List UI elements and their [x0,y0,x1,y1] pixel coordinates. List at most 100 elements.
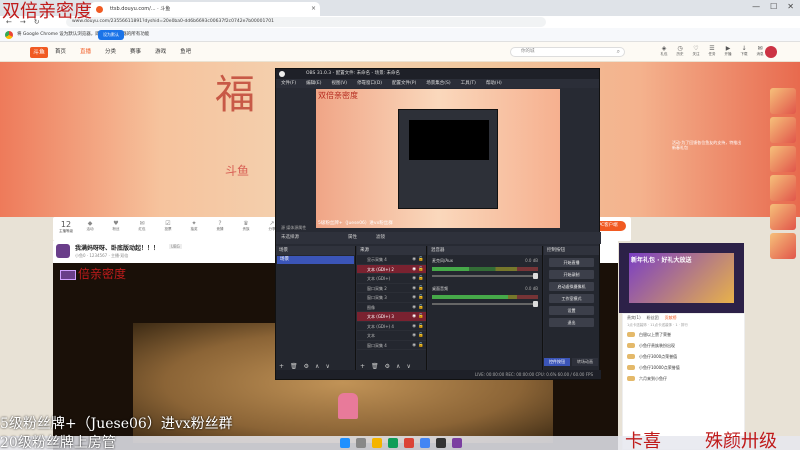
user-avatar[interactable] [765,46,777,58]
eye-icon[interactable]: ◉ [412,274,416,284]
file-explorer-icon[interactable] [372,438,382,448]
down-icon[interactable]: ∨ [325,363,329,370]
delete-icon[interactable]: 🗑 [290,363,298,370]
windows-start-icon[interactable] [340,438,350,448]
source-item[interactable]: 文本 (GDI+) 3 ◉ 🔓 [357,312,426,322]
source-item[interactable]: 文本 (GDI+) ◉ 🔓 [357,274,426,284]
list-item[interactable]: 小鱼仔贵族装扮出现 [623,340,744,351]
obs-control-button[interactable]: 启动虚拟摄像机 [549,282,594,291]
eye-icon[interactable]: ◉ [412,341,416,351]
source-item[interactable]: 窗口采集 2 ◉ 🔓 [357,284,426,294]
source-item[interactable]: 文本 (GDI+) 4 ◉ 🔓 [357,322,426,332]
tab-contribution[interactable]: 贡献榜 [665,314,677,322]
lock-icon[interactable]: 🔓 [418,255,424,265]
address-bar[interactable]: www.douyu.com/23556611891?dyshid=20e0ba0… [66,17,546,27]
source-item[interactable]: 文本 (GDI+) 2 ◉ 🔓 [357,264,426,275]
history-icon[interactable]: ◷ 历史 [676,45,684,59]
lock-icon[interactable]: 🔓 [418,331,424,341]
room-action[interactable]: ♛ 贵族 [239,220,253,238]
nav-games[interactable]: 游戏 [155,42,166,62]
room-action[interactable]: ☑ 投票 [161,220,175,238]
app-icon[interactable] [452,438,462,448]
obs-menu-item[interactable]: 帮助(H) [486,79,502,88]
source-item[interactable]: 文本 ◉ 🔓 [357,331,426,341]
up-icon[interactable]: ∧ [396,363,400,370]
nav-live[interactable]: 直播 [80,42,91,62]
eye-icon[interactable]: ◉ [412,312,416,322]
obs-icon[interactable] [436,438,446,448]
search-input[interactable]: 你的城 ⌕ [510,47,625,57]
close-window-button[interactable]: ✕ [787,2,794,14]
volume-slider-knob[interactable] [533,301,538,307]
promo-card[interactable] [770,117,796,143]
lock-icon[interactable]: 🔓 [418,284,424,294]
tab-fans[interactable]: 粉丝团 [647,314,659,322]
down-icon[interactable]: ∨ [406,363,410,370]
tab-transitions[interactable]: 转场动画 [572,358,598,366]
properties-button[interactable]: 属性 [348,232,357,244]
lock-icon[interactable]: 🔓 [418,312,424,322]
obs-preview[interactable]: 双倍亲密度 5级粉丝牌+（Juese06）进vx粉丝群 [316,89,560,228]
lock-icon[interactable]: 🔓 [418,265,424,275]
obs-control-button[interactable]: 工作室模式 [549,294,594,303]
obs-menu-item[interactable]: 场景集合(S) [426,79,450,88]
obs-menu-item[interactable]: 视图(V) [331,79,347,88]
live-icon[interactable]: ▶ 开播 [724,45,732,59]
volume-slider[interactable] [432,273,538,279]
follow-icon[interactable]: ♡ 关注 [692,45,700,59]
scene-item[interactable]: 场景 [277,256,354,264]
filters-button[interactable]: 滤镜 [376,232,385,244]
gear-icon[interactable]: ⚙ [385,363,390,370]
tasks-icon[interactable]: ☰ 任务 [708,45,716,59]
eye-icon[interactable]: ◉ [412,265,416,275]
set-default-button[interactable]: 设为默认 [98,30,124,40]
promo-card[interactable] [770,88,796,114]
message-icon[interactable]: ✉ 消息 [756,45,764,59]
obs-control-button[interactable]: 退出 [549,318,594,327]
obs-titlebar[interactable]: OBS 31.0.3 - 配置文件: 未命名 - 场景: 未命名 [276,69,599,79]
eye-icon[interactable]: ◉ [412,293,416,303]
delete-icon[interactable]: 🗑 [371,363,379,370]
promo-card[interactable] [770,233,796,259]
nav-events[interactable]: 赛事 [130,42,141,62]
obs-menu-item[interactable]: 编辑(E) [306,79,321,88]
eye-icon[interactable]: ◉ [412,322,416,332]
list-item[interactable]: 小鱼仔3000点荣誉值 [623,351,744,362]
lock-icon[interactable]: 🔓 [418,322,424,332]
lock-icon[interactable]: 🔓 [418,303,424,313]
maximize-button[interactable]: ☐ [770,2,777,14]
minimize-button[interactable]: — [752,2,760,14]
nav-category[interactable]: 分类 [105,42,116,62]
app-icon[interactable] [404,438,414,448]
volume-slider[interactable] [432,301,538,307]
promo-card[interactable] [770,175,796,201]
nav-home[interactable]: 首页 [55,42,66,62]
promo-card[interactable] [770,204,796,230]
douyu-logo[interactable]: 斗鱼 [30,47,48,58]
browser-tab[interactable]: ttsb.douyu.com/... · 斗鱼 × [90,2,320,16]
obs-menu-item[interactable]: 停靠窗口(D) [357,79,382,88]
source-item[interactable]: 显示采集 4 ◉ 🔓 [357,255,426,265]
obs-menu-item[interactable]: 工具(T) [461,79,476,88]
source-item[interactable]: 窗口采集 4 ◉ 🔓 [357,341,426,351]
eye-icon[interactable]: ◉ [412,255,416,265]
chrome-icon[interactable] [388,438,398,448]
gear-icon[interactable]: ⚙ [304,363,309,370]
eye-icon[interactable]: ◉ [412,303,416,313]
close-icon[interactable]: × [311,2,316,16]
obs-menu-item[interactable]: 文件(F) [281,79,296,88]
search-icon[interactable] [356,438,366,448]
tab-controls[interactable]: 控件按钮 [544,358,570,366]
obs-menu-item[interactable]: 配置文件(P) [392,79,416,88]
room-action[interactable]: ? 竞猜 [213,220,227,238]
list-item[interactable]: 白银以上赞了荣誉 [623,329,744,340]
lock-icon[interactable]: 🔓 [418,341,424,351]
obs-control-button[interactable]: 开始录制 [549,270,594,279]
streamer-avatar[interactable] [56,244,70,258]
eye-icon[interactable]: ◉ [412,331,416,341]
obs-control-button[interactable]: 设置 [549,306,594,315]
list-item[interactable]: 小鱼仔10000点荣誉值 [623,362,744,373]
volume-slider-knob[interactable] [533,273,538,279]
download-icon[interactable]: ↓ 下载 [740,45,748,59]
room-action[interactable]: ✉ 红包 [135,220,149,238]
